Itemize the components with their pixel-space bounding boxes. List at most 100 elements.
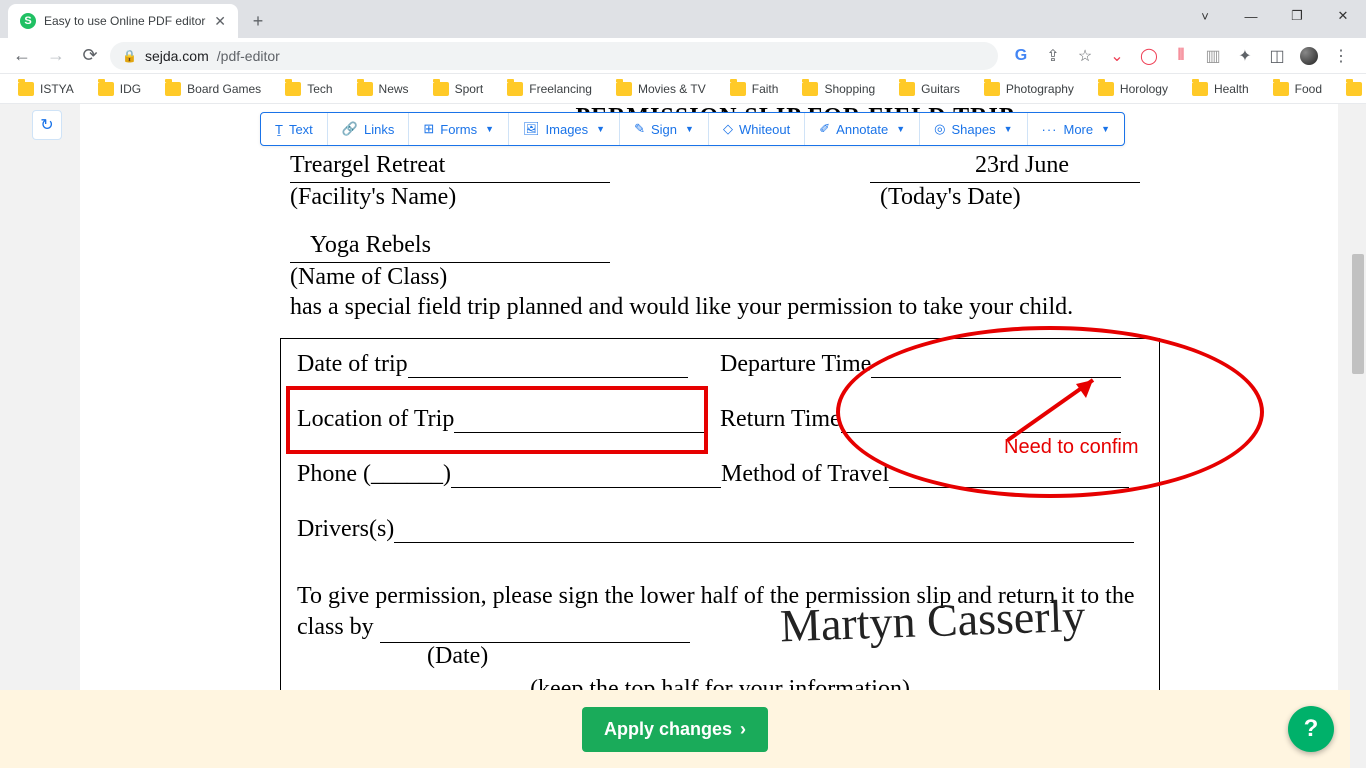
window-minimize-button[interactable]: — — [1228, 0, 1274, 32]
folder-icon — [1346, 82, 1362, 96]
annotation-rectangle[interactable] — [286, 386, 708, 454]
blank-line[interactable] — [451, 468, 721, 488]
extension-icon-2[interactable]: ▥ — [1204, 47, 1222, 65]
bookmark-folder[interactable]: Horology — [1088, 82, 1178, 96]
class-value[interactable]: Yoga Rebels — [310, 232, 431, 259]
window-controls: ˅ — ❐ ✕ — [1182, 0, 1366, 32]
extension-icon-1[interactable]: ⦀ — [1172, 47, 1190, 65]
bookmark-folder[interactable]: Faith — [720, 82, 789, 96]
browser-tab[interactable]: S Easy to use Online PDF editor ✕ — [8, 4, 238, 38]
bookmark-folder[interactable]: Tech — [275, 82, 342, 96]
browser-titlebar: S Easy to use Online PDF editor ✕ + ˅ — … — [0, 0, 1366, 38]
field-label: Date of trip — [297, 351, 408, 377]
bookmark-folder[interactable]: Photography — [974, 82, 1084, 96]
tab-close-icon[interactable]: ✕ — [214, 13, 226, 30]
google-icon[interactable]: G — [1012, 47, 1030, 65]
bookmark-folder[interactable]: News — [347, 82, 419, 96]
caret-icon: ▼ — [596, 124, 605, 134]
tb-sign[interactable]: ✎Sign▼ — [620, 113, 709, 145]
forward-button[interactable]: → — [42, 42, 70, 70]
folder-icon — [285, 82, 301, 96]
tb-links[interactable]: 🔗Links — [328, 113, 410, 145]
field-label: Departure Time — [720, 351, 871, 377]
facility-value[interactable]: Treargel Retreat — [290, 152, 445, 179]
tb-images[interactable]: 🖼Images▼ — [509, 113, 620, 145]
bookmark-folder[interactable]: Sport — [423, 82, 494, 96]
tb-annotate[interactable]: ✐Annotate▼ — [805, 113, 920, 145]
chevron-down-icon[interactable]: ˅ — [1182, 0, 1228, 32]
toolbar-icons: G ⇪ ☆ ⌄ ◯ ⦀ ▥ ✦ ◫ ⋮ — [1004, 47, 1358, 65]
annotation-text[interactable]: Need to confim — [1004, 436, 1139, 459]
share-icon[interactable]: ⇪ — [1044, 47, 1062, 65]
field-label: Drivers(s) — [297, 516, 394, 542]
bookmark-folder[interactable]: Guitars — [889, 82, 970, 96]
scrollbar[interactable] — [1350, 104, 1366, 768]
scrollbar-thumb[interactable] — [1352, 254, 1364, 374]
sidepanel-icon[interactable]: ◫ — [1268, 47, 1286, 65]
tb-shapes[interactable]: ◎Shapes▼ — [920, 113, 1027, 145]
bookmark-folder[interactable]: Email — [1336, 82, 1366, 96]
tb-forms[interactable]: ⊞Forms▼ — [409, 113, 509, 145]
rotate-button[interactable]: ↻ — [32, 110, 62, 140]
caret-icon: ▼ — [1004, 124, 1013, 134]
underline — [870, 182, 1140, 183]
profile-avatar[interactable] — [1300, 47, 1318, 65]
star-icon[interactable]: ☆ — [1076, 47, 1094, 65]
window-close-button[interactable]: ✕ — [1320, 0, 1366, 32]
signature[interactable]: Martyn Casserly — [779, 589, 1086, 653]
reload-button[interactable]: ⟳ — [76, 42, 104, 70]
url-path: /pdf-editor — [217, 48, 280, 64]
url-field[interactable]: 🔒 sejda.com/pdf-editor — [110, 42, 998, 70]
page-viewport: ↻ ṮText 🔗Links ⊞Forms▼ 🖼Images▼ ✎Sign▼ ◇… — [0, 104, 1366, 768]
bookmark-folder[interactable]: Board Games — [155, 82, 271, 96]
sejda-favicon: S — [20, 13, 36, 29]
underline — [290, 262, 610, 263]
link-icon: 🔗 — [342, 121, 358, 137]
menu-icon[interactable]: ⋮ — [1332, 47, 1350, 65]
blank-line[interactable] — [394, 523, 1134, 543]
class-label: (Name of Class) — [290, 264, 447, 291]
address-bar: ← → ⟳ 🔒 sejda.com/pdf-editor G ⇪ ☆ ⌄ ◯ ⦀… — [0, 38, 1366, 74]
tb-text[interactable]: ṮText — [261, 113, 328, 145]
folder-icon — [984, 82, 1000, 96]
url-host: sejda.com — [145, 48, 209, 64]
apply-bar: Apply changes › — [0, 690, 1350, 768]
bookmark-folder[interactable]: Movies & TV — [606, 82, 716, 96]
folder-icon — [507, 82, 523, 96]
lock-icon: 🔒 — [122, 49, 137, 63]
tb-more[interactable]: ···More▼ — [1028, 113, 1125, 145]
folder-icon — [98, 82, 114, 96]
window-maximize-button[interactable]: ❐ — [1274, 0, 1320, 32]
folder-icon — [616, 82, 632, 96]
bookmark-folder[interactable]: ISTYA — [8, 82, 84, 96]
annotate-icon: ✐ — [819, 121, 830, 137]
date-label: (Today's Date) — [880, 184, 1021, 211]
bookmark-folder[interactable]: IDG — [88, 82, 151, 96]
bookmark-folder[interactable]: Food — [1263, 82, 1332, 96]
more-icon: ··· — [1042, 122, 1058, 137]
blank-line[interactable] — [408, 358, 688, 378]
bookmark-folder[interactable]: Shopping — [792, 82, 885, 96]
field-label: Return Time — [720, 406, 841, 432]
blank-line[interactable] — [380, 623, 690, 643]
apply-changes-button[interactable]: Apply changes › — [582, 707, 768, 752]
text-icon: Ṯ — [275, 122, 283, 137]
date-value[interactable]: 23rd June — [975, 152, 1069, 179]
pocket-icon[interactable]: ⌄ — [1108, 47, 1126, 65]
adblock-icon[interactable]: ◯ — [1140, 47, 1158, 65]
extensions-icon[interactable]: ✦ — [1236, 47, 1254, 65]
underline — [290, 182, 610, 183]
back-button[interactable]: ← — [8, 42, 36, 70]
new-tab-button[interactable]: + — [244, 7, 272, 35]
whiteout-icon: ◇ — [723, 121, 733, 137]
bookmark-folder[interactable]: Health — [1182, 82, 1259, 96]
folder-icon — [1098, 82, 1114, 96]
pdf-document[interactable]: PERMISSION SLIP FOR FIELD TRIP Treargel … — [80, 104, 1338, 692]
folder-icon — [357, 82, 373, 96]
help-button[interactable]: ? — [1288, 706, 1334, 752]
image-icon: 🖼 — [523, 121, 540, 137]
tb-whiteout[interactable]: ◇Whiteout — [709, 113, 805, 145]
bookmarks-bar: ISTYA IDG Board Games Tech News Sport Fr… — [0, 74, 1366, 104]
folder-icon — [18, 82, 34, 96]
bookmark-folder[interactable]: Freelancing — [497, 82, 602, 96]
